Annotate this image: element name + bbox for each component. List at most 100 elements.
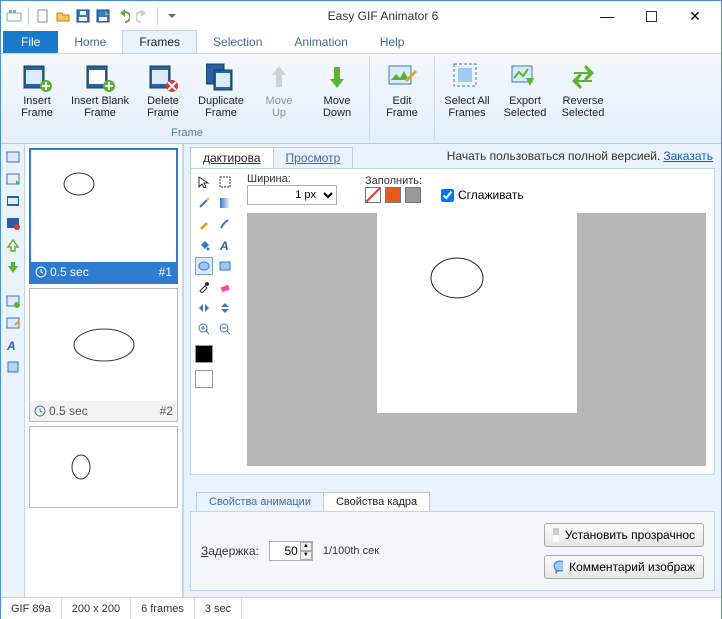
tool-properties: Ширина: 1 px Заполнить: Сглаживать bbox=[239, 169, 714, 209]
tab-home[interactable]: Home bbox=[58, 31, 122, 53]
tab-file[interactable]: File bbox=[3, 31, 58, 53]
select-all-frames-button[interactable]: Select All Frames bbox=[439, 58, 495, 122]
set-transparency-button[interactable]: Установить прозрачнос bbox=[544, 523, 704, 547]
text-tool-icon[interactable]: A bbox=[216, 236, 234, 254]
sidetool-4[interactable] bbox=[4, 214, 22, 232]
select-all-icon bbox=[451, 61, 483, 93]
app-icon bbox=[5, 7, 23, 25]
image-comment-button[interactable]: Комментарий изображ bbox=[544, 555, 704, 579]
spin-down-icon[interactable]: ▼ bbox=[300, 551, 312, 560]
duplicate-frame-button[interactable]: Duplicate Frame bbox=[193, 58, 249, 122]
tab-selection[interactable]: Selection bbox=[197, 31, 278, 53]
brush-tool-icon[interactable] bbox=[216, 215, 234, 233]
clock-icon bbox=[34, 405, 46, 417]
main-area: A 0.5 sec#1 0.5 sec#2 дактирова Просмотр… bbox=[1, 144, 721, 597]
maximize-button[interactable] bbox=[629, 2, 673, 30]
trial-banner: Начать пользоваться полной версией. Зака… bbox=[352, 145, 721, 167]
canvas-viewport[interactable] bbox=[247, 213, 706, 466]
sidetool-7[interactable] bbox=[4, 292, 22, 310]
tab-frame-props[interactable]: Свойства кадра bbox=[323, 492, 430, 511]
frame-item[interactable]: 0.5 sec#2 bbox=[29, 288, 178, 422]
marquee-tool-icon[interactable] bbox=[216, 173, 234, 191]
arrow-up-icon bbox=[263, 61, 295, 93]
insert-blank-frame-button[interactable]: Insert Blank Frame bbox=[67, 58, 133, 122]
fill-gray-icon[interactable] bbox=[405, 187, 421, 203]
editor-tab-edit[interactable]: дактирова bbox=[190, 147, 274, 168]
frame-item[interactable] bbox=[29, 426, 178, 508]
gradient-tool-icon[interactable] bbox=[216, 194, 234, 212]
status-frames: 6 frames bbox=[131, 598, 195, 619]
undo-icon[interactable] bbox=[114, 7, 132, 25]
sidetool-6[interactable] bbox=[4, 258, 22, 276]
stroke-width-select[interactable]: 1 px bbox=[247, 185, 337, 205]
sidetool-8[interactable] bbox=[4, 314, 22, 332]
canvas[interactable] bbox=[377, 213, 577, 413]
flip-v-tool-icon[interactable] bbox=[216, 299, 234, 317]
ellipse-tool-icon[interactable] bbox=[195, 257, 213, 275]
frame-thumbnail bbox=[31, 150, 176, 262]
width-label: Ширина: bbox=[247, 173, 337, 185]
sidetool-2[interactable] bbox=[4, 170, 22, 188]
pencil-tool-icon[interactable] bbox=[195, 215, 213, 233]
foreground-color[interactable] bbox=[195, 345, 213, 363]
editor-tab-preview[interactable]: Просмотр bbox=[273, 147, 354, 168]
status-bar: GIF 89a 200 x 200 6 frames 3 sec bbox=[1, 597, 721, 619]
tab-frames[interactable]: Frames bbox=[122, 30, 197, 53]
frame-properties-panel: Задержка: ▲▼ 1/100th сек Установить проз… bbox=[190, 511, 715, 591]
edit-frame-button[interactable]: Edit Frame bbox=[374, 58, 430, 122]
move-down-button[interactable]: Move Down bbox=[309, 58, 365, 122]
save-icon[interactable] bbox=[74, 7, 92, 25]
sidetool-3[interactable] bbox=[4, 192, 22, 210]
sidetool-10[interactable] bbox=[4, 358, 22, 376]
tab-anim-props[interactable]: Свойства анимации bbox=[196, 492, 324, 511]
zoom-in-tool-icon[interactable] bbox=[195, 320, 213, 338]
spin-up-icon[interactable]: ▲ bbox=[300, 542, 312, 551]
editor-area: дактирова Просмотр Начать пользоваться п… bbox=[183, 144, 721, 597]
reverse-selected-button[interactable]: Reverse Selected bbox=[555, 58, 611, 122]
order-link[interactable]: Заказать bbox=[663, 149, 713, 163]
editor-tools: A bbox=[191, 169, 239, 474]
sidetool-5[interactable] bbox=[4, 236, 22, 254]
rect-tool-icon[interactable] bbox=[216, 257, 234, 275]
frame-item[interactable]: 0.5 sec#1 bbox=[29, 148, 178, 284]
eraser-tool-icon[interactable] bbox=[216, 278, 234, 296]
export-icon bbox=[509, 61, 541, 93]
smooth-checkbox[interactable]: Сглаживать bbox=[441, 188, 524, 202]
background-color[interactable] bbox=[195, 370, 213, 388]
open-icon[interactable] bbox=[54, 7, 72, 25]
ribbon-group-label: Frame bbox=[9, 125, 365, 139]
pointer-tool-icon[interactable] bbox=[195, 173, 213, 191]
frame-thumbnail bbox=[30, 427, 177, 507]
image-edit-icon bbox=[386, 61, 418, 93]
fill-solid-icon[interactable] bbox=[385, 187, 401, 203]
delete-frame-button[interactable]: Delete Frame bbox=[135, 58, 191, 122]
status-format: GIF 89a bbox=[1, 598, 62, 619]
flip-h-tool-icon[interactable] bbox=[195, 299, 213, 317]
fill-label: Заполнить: bbox=[365, 175, 524, 187]
save-as-icon[interactable] bbox=[94, 7, 112, 25]
redo-icon[interactable] bbox=[134, 7, 152, 25]
status-duration: 3 sec bbox=[195, 598, 242, 619]
sidetool-1[interactable] bbox=[4, 148, 22, 166]
export-selected-button[interactable]: Export Selected bbox=[497, 58, 553, 122]
close-button[interactable]: ✕ bbox=[673, 2, 717, 30]
status-size: 200 x 200 bbox=[62, 598, 131, 619]
fill-none-icon[interactable] bbox=[365, 187, 381, 203]
minimize-button[interactable]: — bbox=[585, 2, 629, 30]
eyedropper-tool-icon[interactable] bbox=[195, 278, 213, 296]
tab-animation[interactable]: Animation bbox=[278, 31, 363, 53]
frame-delay: 0.5 sec bbox=[50, 265, 89, 279]
zoom-out-tool-icon[interactable] bbox=[216, 320, 234, 338]
tab-help[interactable]: Help bbox=[364, 31, 421, 53]
filmstrip-blank-plus-icon bbox=[84, 61, 116, 93]
fill-tool-icon[interactable] bbox=[195, 236, 213, 254]
qat-dropdown-icon[interactable] bbox=[163, 7, 181, 25]
wand-tool-icon[interactable] bbox=[195, 194, 213, 212]
editor-tabs: дактирова Просмотр bbox=[184, 144, 352, 168]
frames-list[interactable]: 0.5 sec#1 0.5 sec#2 bbox=[25, 144, 183, 597]
title-bar: Easy GIF Animator 6 — ✕ bbox=[1, 1, 721, 31]
sidetool-text-icon[interactable]: A bbox=[4, 336, 22, 354]
insert-frame-button[interactable]: Insert Frame bbox=[9, 58, 65, 122]
clock-icon bbox=[35, 266, 47, 278]
new-icon[interactable] bbox=[34, 7, 52, 25]
